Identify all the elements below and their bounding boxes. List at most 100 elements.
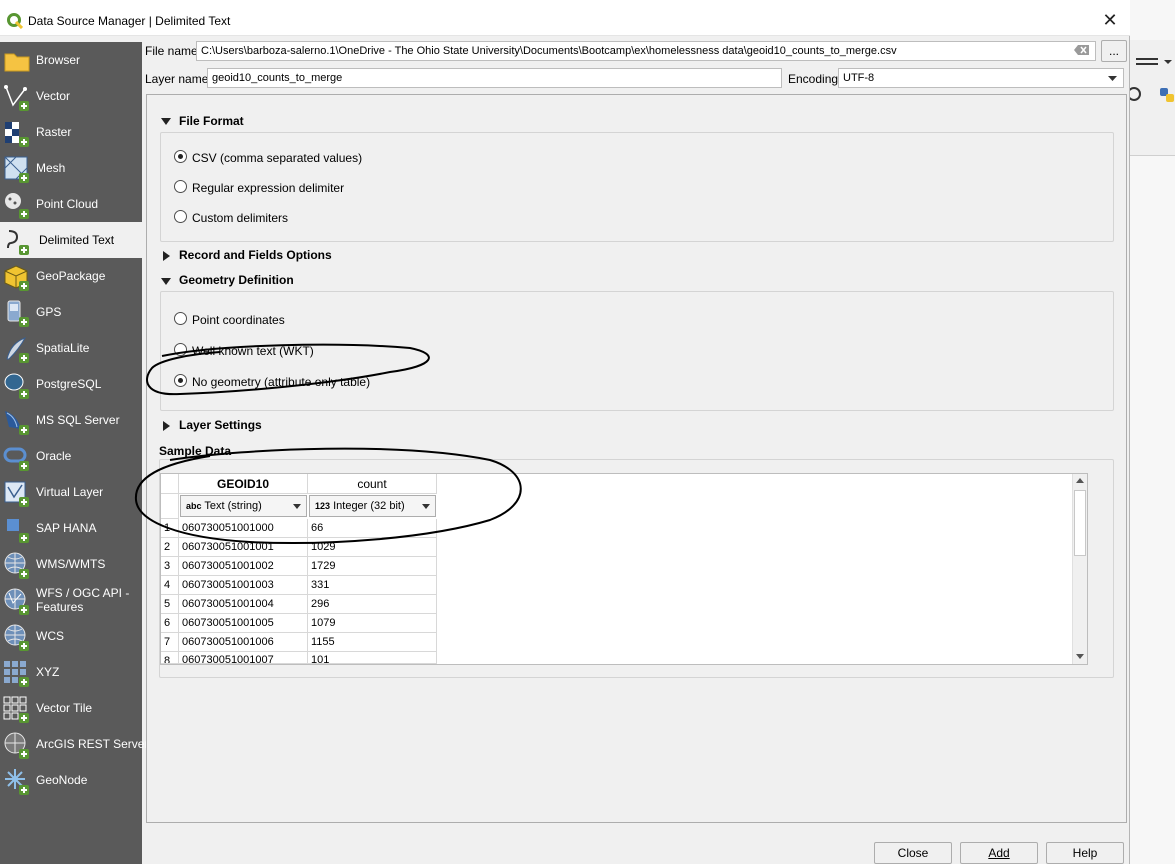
radio-custom[interactable] — [174, 210, 187, 223]
layer-settings-header[interactable]: Layer Settings — [179, 418, 262, 432]
expanded-triangle-icon[interactable] — [161, 117, 171, 127]
sidebar-item-delimited-text[interactable]: Delimited Text — [0, 222, 142, 258]
browse-button[interactable]: ... — [1101, 40, 1127, 62]
encoding-select[interactable]: UTF-8 — [838, 68, 1124, 88]
file-name-value: C:\Users\barboza-salerno.1\OneDrive - Th… — [201, 45, 897, 57]
radio-custom-label: Custom delimiters — [192, 211, 289, 225]
sidebar-item-label: MS SQL Server — [36, 413, 120, 427]
wfs-icon — [4, 588, 29, 615]
table-cell[interactable]: 060730051001005 — [179, 614, 308, 633]
vertical-scrollbar[interactable] — [1072, 474, 1087, 664]
sidebar-item-postgresql[interactable]: PostgreSQL — [0, 366, 142, 402]
sidebar-item-virtual-layer[interactable]: Virtual Layer — [0, 474, 142, 510]
sidebar-item-wcs[interactable]: WCS — [0, 618, 142, 654]
background-toolbar — [1130, 40, 1175, 156]
chevron-down-icon — [293, 504, 301, 509]
sidebar-item-arcgis-rest[interactable]: ArcGIS REST Server — [0, 726, 148, 762]
oracle-icon — [3, 447, 29, 471]
virtual-layer-icon — [4, 481, 29, 507]
table-cell[interactable]: 1029 — [308, 538, 437, 557]
sidebar-item-vector[interactable]: Vector — [0, 78, 142, 114]
file-name-label: File name — [145, 44, 198, 58]
sidebar-item-sap-hana[interactable]: SAP HANA — [0, 510, 142, 546]
radio-regex-label: Regular expression delimiter — [192, 181, 345, 195]
sidebar-item-gps[interactable]: GPS — [0, 294, 142, 330]
close-button[interactable]: Close — [874, 842, 952, 864]
vector-icon — [4, 85, 29, 111]
layer-name-value: geoid10_counts_to_merge — [212, 72, 343, 84]
title-bar: Data Source Manager | Delimited Text ✕ — [0, 6, 1130, 36]
radio-no-geometry[interactable] — [174, 374, 187, 387]
sidebar-item-label: WFS / OGC API - Features — [36, 586, 129, 614]
record-fields-header[interactable]: Record and Fields Options — [179, 248, 332, 262]
sidebar-item-label: Delimited Text — [39, 233, 115, 247]
file-name-input[interactable]: C:\Users\barboza-salerno.1\OneDrive - Th… — [196, 41, 1096, 61]
sidebar-item-label: GeoNode — [36, 773, 88, 787]
table-cell[interactable]: 060730051001000 — [179, 519, 308, 538]
table-cell[interactable]: 060730051001003 — [179, 576, 308, 595]
sidebar-item-geonode[interactable]: GeoNode — [0, 762, 142, 798]
sidebar-item-label: Oracle — [36, 449, 72, 463]
close-window-button[interactable]: ✕ — [1098, 9, 1122, 33]
add-button[interactable]: Add — [960, 842, 1038, 864]
table-cell[interactable]: 060730051001002 — [179, 557, 308, 576]
sidebar-item-label: Virtual Layer — [36, 485, 104, 499]
table-cell[interactable]: 1729 — [308, 557, 437, 576]
file-format-group: CSV (comma separated values) Regular exp… — [160, 132, 1114, 242]
table-cell[interactable]: 296 — [308, 595, 437, 614]
radio-point-coordinates[interactable] — [174, 312, 187, 325]
collapsed-triangle-icon[interactable] — [162, 421, 172, 431]
row-number: 4 — [161, 576, 179, 595]
sidebar-item-mssql[interactable]: MS SQL Server — [0, 402, 142, 438]
help-button[interactable]: Help — [1046, 842, 1124, 864]
field-type-select-count[interactable]: 123 Integer (32 bit) — [309, 495, 436, 517]
radio-wkt[interactable] — [174, 343, 187, 356]
sidebar-item-oracle[interactable]: Oracle — [0, 438, 142, 474]
arcgis-icon — [4, 732, 29, 759]
table-cell[interactable]: 060730051001004 — [179, 595, 308, 614]
sidebar-item-label: SAP HANA — [36, 521, 97, 535]
file-format-header[interactable]: File Format — [179, 114, 244, 128]
sidebar-item-browser[interactable]: Browser — [0, 42, 142, 78]
sidebar-item-point-cloud[interactable]: Point Cloud — [0, 186, 142, 222]
scroll-down-icon[interactable] — [1076, 654, 1084, 659]
table-cell[interactable]: 1155 — [308, 633, 437, 652]
geometry-definition-header[interactable]: Geometry Definition — [179, 273, 294, 287]
table-cell[interactable]: 1079 — [308, 614, 437, 633]
source-type-sidebar: Browser Vector Raster Mesh Point Cloud D… — [0, 42, 148, 864]
column-header-geoid10[interactable]: GEOID10 — [179, 474, 308, 494]
table-cell[interactable]: 060730051001007 — [179, 652, 308, 664]
mesh-icon — [4, 156, 29, 183]
field-type-select-geoid10[interactable]: abc Text (string) — [180, 495, 307, 517]
raster-icon — [5, 122, 29, 147]
geopackage-icon — [4, 265, 29, 291]
sidebar-item-xyz[interactable]: XYZ — [0, 654, 142, 690]
column-header-count[interactable]: count — [308, 474, 437, 494]
sidebar-item-vector-tile[interactable]: Vector Tile — [0, 690, 142, 726]
expanded-triangle-icon[interactable] — [161, 277, 171, 287]
table-cell[interactable]: 101 — [308, 652, 437, 664]
row-number: 8 — [161, 652, 179, 664]
collapsed-triangle-icon[interactable] — [162, 251, 172, 261]
sidebar-item-label: PostgreSQL — [36, 377, 102, 391]
table-cell[interactable]: 060730051001001 — [179, 538, 308, 557]
radio-csv[interactable] — [174, 150, 187, 163]
sidebar-item-wfs[interactable]: WFS / OGC API - Features — [0, 582, 142, 618]
sidebar-item-raster[interactable]: Raster — [0, 114, 142, 150]
sidebar-item-spatialite[interactable]: SpatiaLite — [0, 330, 142, 366]
table-cell[interactable]: 060730051001006 — [179, 633, 308, 652]
sidebar-item-label-line1: WFS / OGC API - — [36, 586, 130, 600]
sidebar-item-label: Browser — [36, 53, 81, 67]
sidebar-item-label-line2: Features — [36, 600, 84, 614]
table-cell[interactable]: 331 — [308, 576, 437, 595]
sidebar-item-geopackage[interactable]: GeoPackage — [0, 258, 142, 294]
sidebar-item-wms[interactable]: WMS/WMTS — [0, 546, 142, 582]
radio-regex[interactable] — [174, 180, 187, 193]
scroll-up-icon[interactable] — [1076, 478, 1084, 483]
clear-field-icon[interactable] — [1074, 44, 1090, 56]
table-cell[interactable]: 66 — [308, 519, 437, 538]
sidebar-item-label: XYZ — [36, 665, 60, 679]
scrollbar-thumb[interactable] — [1074, 490, 1086, 556]
layer-name-input[interactable]: geoid10_counts_to_merge — [207, 68, 782, 88]
sidebar-item-mesh[interactable]: Mesh — [0, 150, 142, 186]
